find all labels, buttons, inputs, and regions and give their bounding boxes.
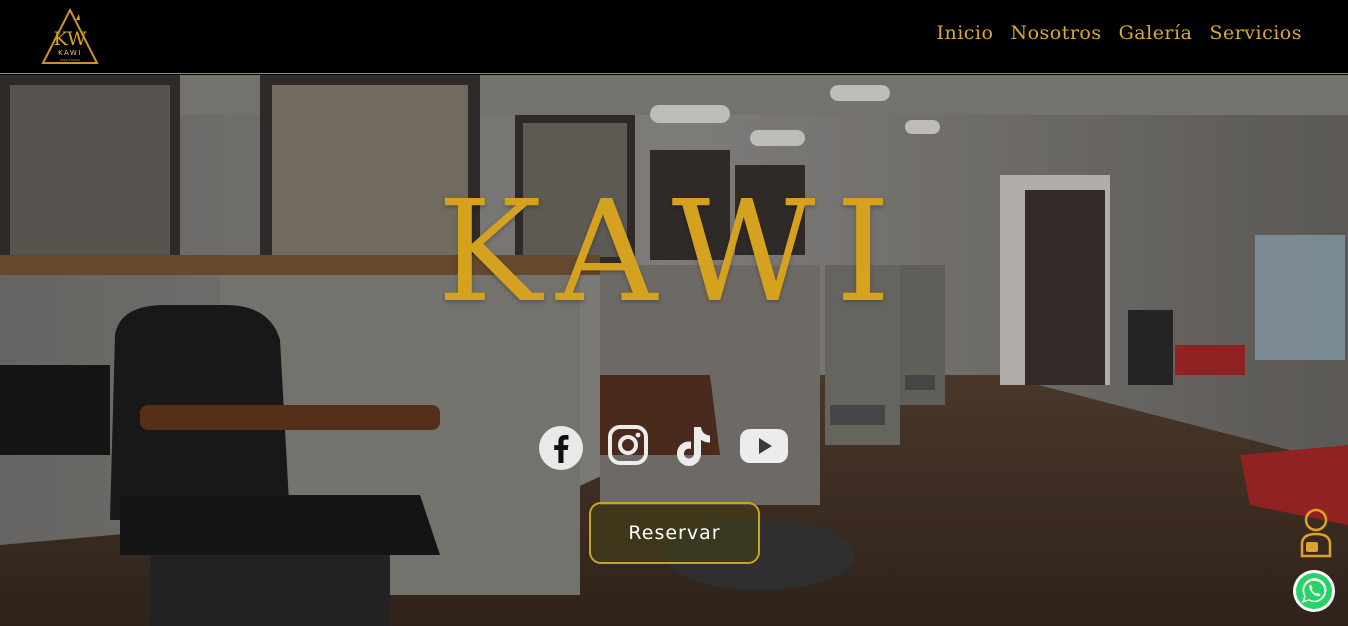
whatsapp-icon[interactable] (1292, 569, 1336, 613)
nav-inicio[interactable]: Inicio (936, 22, 993, 44)
reservar-button[interactable]: Reservar (589, 502, 760, 564)
logo-mark-icon: KW KAWI HAIR STUDIO (41, 7, 99, 64)
svg-text:HAIR STUDIO: HAIR STUDIO (60, 58, 80, 62)
svg-text:KW: KW (53, 28, 87, 50)
assistant-icon[interactable] (1296, 506, 1336, 558)
nav-nosotros[interactable]: Nosotros (1010, 22, 1101, 44)
instagram-icon[interactable] (608, 425, 648, 465)
social-links (538, 425, 792, 471)
main-nav: Inicio Nosotros Galería Servicios (936, 22, 1302, 44)
nav-galeria[interactable]: Galería (1119, 22, 1193, 44)
svg-text:KAWI: KAWI (58, 49, 82, 57)
top-navbar: KW KAWI HAIR STUDIO Inicio Nosotros Gale… (0, 0, 1348, 74)
hero-section: KAWI Reservar (0, 75, 1348, 626)
kawi-logo[interactable]: KW KAWI HAIR STUDIO (40, 7, 100, 66)
hero-title: KAWI (437, 171, 911, 334)
youtube-icon[interactable] (740, 429, 788, 463)
nav-servicios[interactable]: Servicios (1209, 22, 1302, 44)
tiktok-icon[interactable] (672, 425, 712, 469)
facebook-icon[interactable] (538, 425, 584, 471)
